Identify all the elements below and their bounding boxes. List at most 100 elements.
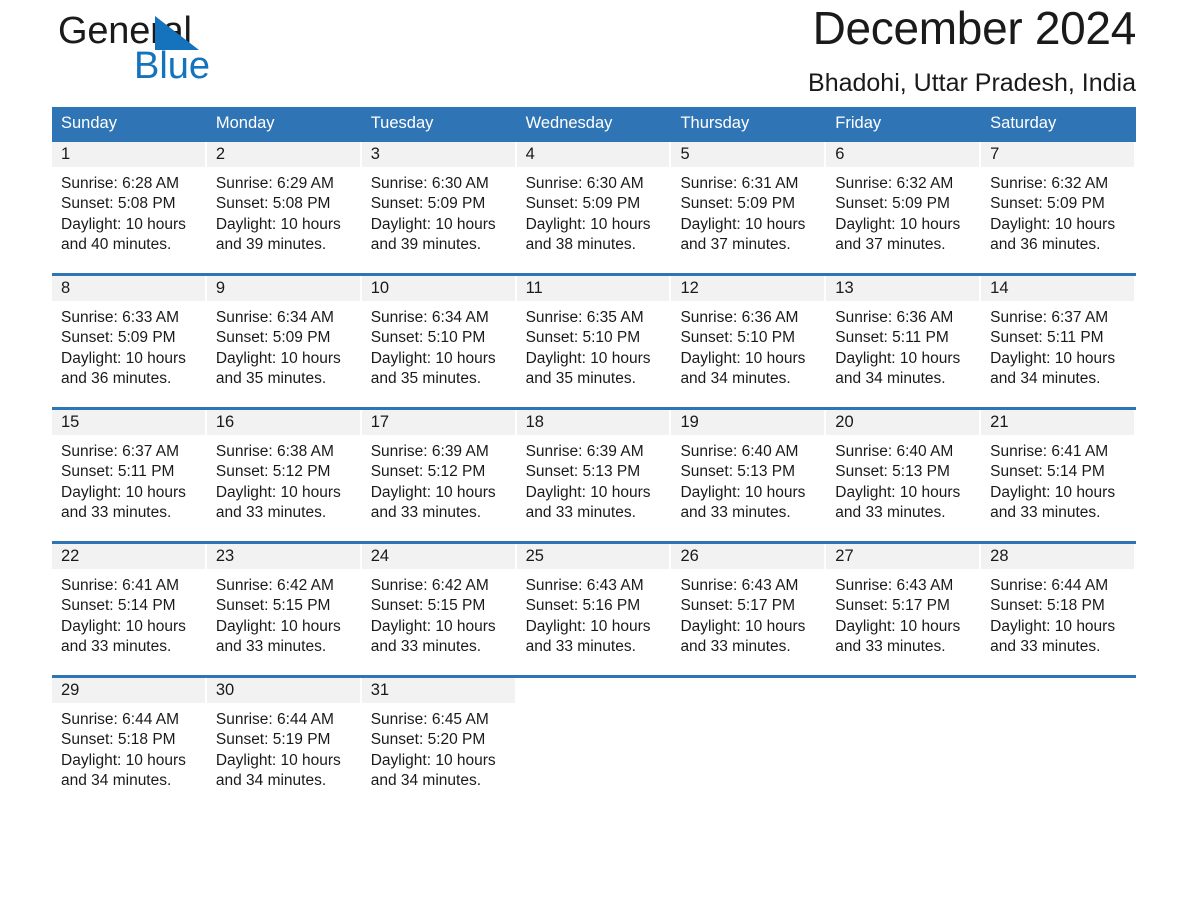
sunset-text: Sunset: 5:09 PM [370, 195, 486, 213]
weekday-header-sunday: Sunday [61, 114, 117, 132]
calendar-day-cell[interactable]: 18 Sunrise: 6:39 AM Sunset: 5:13 PM Dayligh… [516, 410, 672, 541]
daylight-text-line1: Daylight: 10 hours [61, 751, 186, 769]
calendar-day-cell[interactable]: 26 Sunrise: 6:43 AM Sunset: 5:17 PM Dayligh… [671, 544, 826, 675]
day-details: Sunrise: 6:38 AM Sunset: 5:12 PM Daylight:… [207, 435, 362, 524]
calendar-day-cell[interactable]: 16 Sunrise: 6:38 AM Sunset: 5:12 PM Dayligh… [206, 410, 362, 541]
calendar-day-cell[interactable]: 17 Sunrise: 6:39 AM Sunset: 5:12 PM Dayligh… [361, 410, 517, 541]
sunset-text: Sunset: 5:09 PM [680, 195, 796, 213]
sunrise-text: Sunrise: 6:30 AM [525, 175, 644, 192]
calendar-day-cell[interactable]: 13 Sunrise: 6:36 AM Sunset: 5:11 PM Dayligh… [826, 276, 981, 407]
calendar-day-cell[interactable]: 14 Sunrise: 6:37 AM Sunset: 5:11 PM Dayligh… [981, 276, 1136, 407]
day-number: 12 [671, 276, 825, 301]
day-number: 13 [826, 276, 980, 301]
daylight-text-line1: Daylight: 10 hours [61, 617, 186, 635]
sunrise-text: Sunrise: 6:38 AM [215, 443, 334, 460]
calendar-day-cell[interactable]: 20 Sunrise: 6:40 AM Sunset: 5:13 PM Dayligh… [826, 410, 981, 541]
sunset-text: Sunset: 5:12 PM [215, 463, 331, 481]
title-block: December 2024 Bhadohi, Uttar Pradesh, In… [808, 0, 1136, 98]
daylight-text-line2: and 33 minutes. [835, 504, 946, 522]
page-subtitle-location: Bhadohi, Uttar Pradesh, India [808, 69, 1136, 97]
calendar-day-cell[interactable]: 19 Sunrise: 6:40 AM Sunset: 5:13 PM Dayligh… [671, 410, 826, 541]
sunset-text: Sunset: 5:20 PM [370, 731, 486, 749]
calendar-day-cell[interactable]: 29 Sunrise: 6:44 AM Sunset: 5:18 PM Dayligh… [52, 678, 207, 809]
calendar-day-cell[interactable]: 8 Sunrise: 6:33 AM Sunset: 5:09 PM Daylight… [52, 276, 207, 407]
daylight-text-line1: Daylight: 10 hours [215, 617, 341, 635]
daylight-text-line1: Daylight: 10 hours [61, 215, 186, 233]
sunset-text: Sunset: 5:15 PM [215, 597, 331, 615]
day-details: Sunrise: 6:34 AM Sunset: 5:10 PM Daylight:… [362, 301, 517, 390]
day-number: 24 [361, 544, 515, 569]
sunset-text: Sunset: 5:18 PM [990, 597, 1105, 615]
calendar-day-cell[interactable]: 11 Sunrise: 6:35 AM Sunset: 5:10 PM Dayligh… [516, 276, 672, 407]
daylight-text-line2: and 33 minutes. [61, 638, 172, 656]
calendar-day-cell[interactable]: 4 Sunrise: 6:30 AM Sunset: 5:09 PM Daylight… [516, 142, 672, 273]
daylight-text-line1: Daylight: 10 hours [370, 617, 496, 635]
calendar-day-cell[interactable]: 25 Sunrise: 6:43 AM Sunset: 5:16 PM Dayligh… [516, 544, 672, 675]
sunrise-text: Sunrise: 6:30 AM [370, 175, 489, 192]
day-number: 20 [826, 410, 980, 435]
daylight-text-line1: Daylight: 10 hours [835, 349, 961, 367]
calendar-day-cell[interactable]: 12 Sunrise: 6:36 AM Sunset: 5:10 PM Dayligh… [671, 276, 826, 407]
calendar-week-cells: 15 Sunrise: 6:37 AM Sunset: 5:11 PM Dayligh… [52, 410, 1136, 541]
sunrise-text: Sunrise: 6:34 AM [370, 309, 489, 326]
calendar-day-cell[interactable]: 21 Sunrise: 6:41 AM Sunset: 5:14 PM Dayligh… [981, 410, 1136, 541]
calendar-day-cell[interactable]: 24 Sunrise: 6:42 AM Sunset: 5:15 PM Dayligh… [361, 544, 517, 675]
calendar-grid: Sunday Monday Tuesday Wednesday Thursday… [52, 107, 1136, 809]
calendar-day-cell[interactable]: 7 Sunrise: 6:32 AM Sunset: 5:09 PM Daylight… [981, 142, 1136, 273]
day-number: 22 [52, 544, 205, 569]
calendar-day-cell[interactable]: 30 Sunrise: 6:44 AM Sunset: 5:19 PM Dayligh… [206, 678, 362, 809]
day-number: 4 [516, 142, 670, 167]
sunset-text: Sunset: 5:16 PM [525, 597, 641, 615]
day-details: Sunrise: 6:31 AM Sunset: 5:09 PM Daylight:… [671, 167, 826, 256]
sunrise-text: Sunrise: 6:37 AM [61, 443, 180, 460]
sunrise-text: Sunrise: 6:39 AM [525, 443, 644, 460]
logo-text-blue: Blue [134, 45, 211, 87]
daylight-text-line2: and 35 minutes. [215, 370, 327, 388]
sunrise-text: Sunrise: 6:43 AM [680, 577, 799, 594]
calendar-week-cells: 1 Sunrise: 6:28 AM Sunset: 5:08 PM Daylight… [52, 142, 1136, 273]
sunset-text: Sunset: 5:10 PM [370, 329, 486, 347]
calendar-day-cell[interactable]: 31 Sunrise: 6:45 AM Sunset: 5:20 PM Dayligh… [361, 678, 517, 809]
calendar-day-cell[interactable]: 22 Sunrise: 6:41 AM Sunset: 5:14 PM Dayligh… [52, 544, 207, 675]
day-number [517, 678, 670, 703]
calendar-day-cell[interactable]: 28 Sunrise: 6:44 AM Sunset: 5:18 PM Dayligh… [981, 544, 1136, 675]
calendar-day-cell[interactable]: 5 Sunrise: 6:31 AM Sunset: 5:09 PM Daylight… [671, 142, 826, 273]
sunset-text: Sunset: 5:14 PM [990, 463, 1105, 481]
calendar-day-cell[interactable]: 23 Sunrise: 6:42 AM Sunset: 5:15 PM Dayligh… [206, 544, 362, 675]
day-details: Sunrise: 6:36 AM Sunset: 5:10 PM Daylight:… [671, 301, 826, 390]
calendar-week-cells: 22 Sunrise: 6:41 AM Sunset: 5:14 PM Dayligh… [52, 544, 1136, 675]
calendar-day-cell[interactable]: 3 Sunrise: 6:30 AM Sunset: 5:09 PM Daylight… [361, 142, 517, 273]
daylight-text-line1: Daylight: 10 hours [525, 215, 651, 233]
calendar-week-row: 8 Sunrise: 6:33 AM Sunset: 5:09 PM Daylight… [52, 273, 1136, 407]
calendar-day-cell[interactable]: 9 Sunrise: 6:34 AM Sunset: 5:09 PM Daylight… [206, 276, 362, 407]
daylight-text-line2: and 36 minutes. [61, 370, 172, 388]
day-number: 15 [52, 410, 205, 435]
day-details: Sunrise: 6:42 AM Sunset: 5:15 PM Daylight:… [207, 569, 362, 658]
calendar-day-cell[interactable]: 6 Sunrise: 6:32 AM Sunset: 5:09 PM Daylight… [826, 142, 981, 273]
daylight-text-line2: and 33 minutes. [680, 504, 791, 522]
day-details: Sunrise: 6:35 AM Sunset: 5:10 PM Daylight:… [517, 301, 672, 390]
daylight-text-line2: and 39 minutes. [215, 236, 327, 254]
daylight-text-line2: and 33 minutes. [525, 504, 636, 522]
day-details: Sunrise: 6:30 AM Sunset: 5:09 PM Daylight:… [517, 167, 672, 256]
calendar-day-cell[interactable]: 27 Sunrise: 6:43 AM Sunset: 5:17 PM Dayligh… [826, 544, 981, 675]
general-blue-logo: General Blue [58, 8, 318, 98]
calendar-day-cell[interactable]: 15 Sunrise: 6:37 AM Sunset: 5:11 PM Dayligh… [52, 410, 207, 541]
daylight-text-line1: Daylight: 10 hours [215, 349, 341, 367]
calendar-day-cell[interactable]: 10 Sunrise: 6:34 AM Sunset: 5:10 PM Dayligh… [361, 276, 517, 407]
calendar-week-cells: 8 Sunrise: 6:33 AM Sunset: 5:09 PM Daylight… [52, 276, 1136, 407]
calendar-day-cell[interactable]: 1 Sunrise: 6:28 AM Sunset: 5:08 PM Daylight… [52, 142, 207, 273]
sunset-text: Sunset: 5:12 PM [370, 463, 486, 481]
daylight-text-line2: and 33 minutes. [370, 504, 482, 522]
daylight-text-line2: and 33 minutes. [525, 638, 636, 656]
sunrise-text: Sunrise: 6:36 AM [680, 309, 799, 326]
weekday-header-friday: Friday [835, 114, 882, 132]
sunrise-text: Sunrise: 6:37 AM [990, 309, 1109, 326]
sunrise-text: Sunrise: 6:43 AM [835, 577, 954, 594]
calendar-day-cell[interactable]: 2 Sunrise: 6:29 AM Sunset: 5:08 PM Daylight… [206, 142, 362, 273]
daylight-text-line1: Daylight: 10 hours [370, 215, 496, 233]
daylight-text-line2: and 33 minutes. [990, 504, 1101, 522]
sunset-text: Sunset: 5:14 PM [61, 597, 176, 615]
day-details: Sunrise: 6:39 AM Sunset: 5:13 PM Daylight:… [517, 435, 672, 524]
daylight-text-line1: Daylight: 10 hours [835, 483, 961, 501]
